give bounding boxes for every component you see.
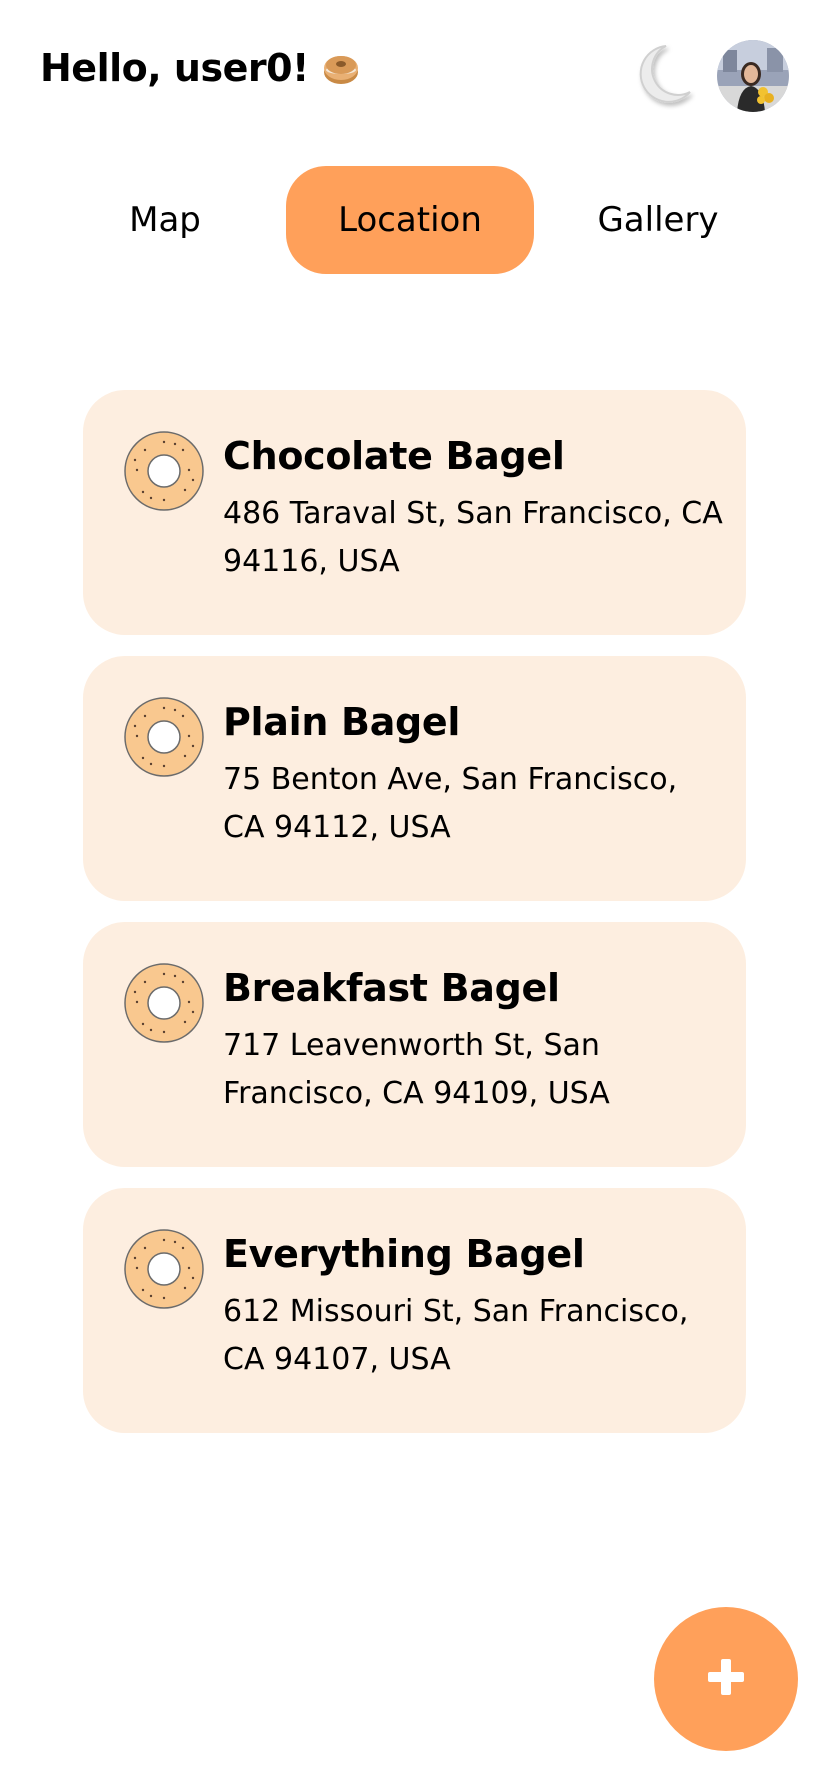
tab-gallery[interactable]: Gallery xyxy=(568,166,748,274)
bagel-emoji-icon xyxy=(321,48,361,88)
bagel-icon xyxy=(123,962,205,1044)
location-name: Plain Bagel xyxy=(223,700,461,744)
view-tabs: Map Location Gallery xyxy=(0,166,828,274)
avatar[interactable] xyxy=(717,40,789,112)
location-name: Breakfast Bagel xyxy=(223,966,560,1010)
add-location-button[interactable] xyxy=(654,1607,798,1751)
location-address: 717 Leavenworth St, San Francisco, CA 94… xyxy=(223,1028,610,1111)
location-name: Everything Bagel xyxy=(223,1232,585,1276)
location-address: 486 Taraval St, San Francisco, CA 94116,… xyxy=(223,496,723,579)
bagel-icon xyxy=(123,696,205,778)
location-card[interactable]: Plain Bagel 75 Benton Ave, San Francisco… xyxy=(83,656,746,901)
plus-icon xyxy=(706,1657,746,1701)
tab-map[interactable]: Map xyxy=(82,166,248,274)
location-card[interactable]: Breakfast Bagel 717 Leavenworth St, San … xyxy=(83,922,746,1167)
tab-location[interactable]: Location xyxy=(286,166,534,274)
greeting-text: Hello, user0! xyxy=(40,46,309,90)
app-header: Hello, user0! xyxy=(0,0,828,140)
location-card[interactable]: Everything Bagel 612 Missouri St, San Fr… xyxy=(83,1188,746,1433)
bagel-icon xyxy=(123,430,205,512)
location-card[interactable]: Chocolate Bagel 486 Taraval St, San Fran… xyxy=(83,390,746,635)
greeting: Hello, user0! xyxy=(40,46,361,90)
bagel-icon xyxy=(123,1228,205,1310)
location-address: 612 Missouri St, San Francisco, CA 94107… xyxy=(223,1294,689,1377)
location-address: 75 Benton Ave, San Francisco, CA 94112, … xyxy=(223,762,678,845)
location-name: Chocolate Bagel xyxy=(223,434,565,478)
moon-icon[interactable] xyxy=(632,40,696,110)
